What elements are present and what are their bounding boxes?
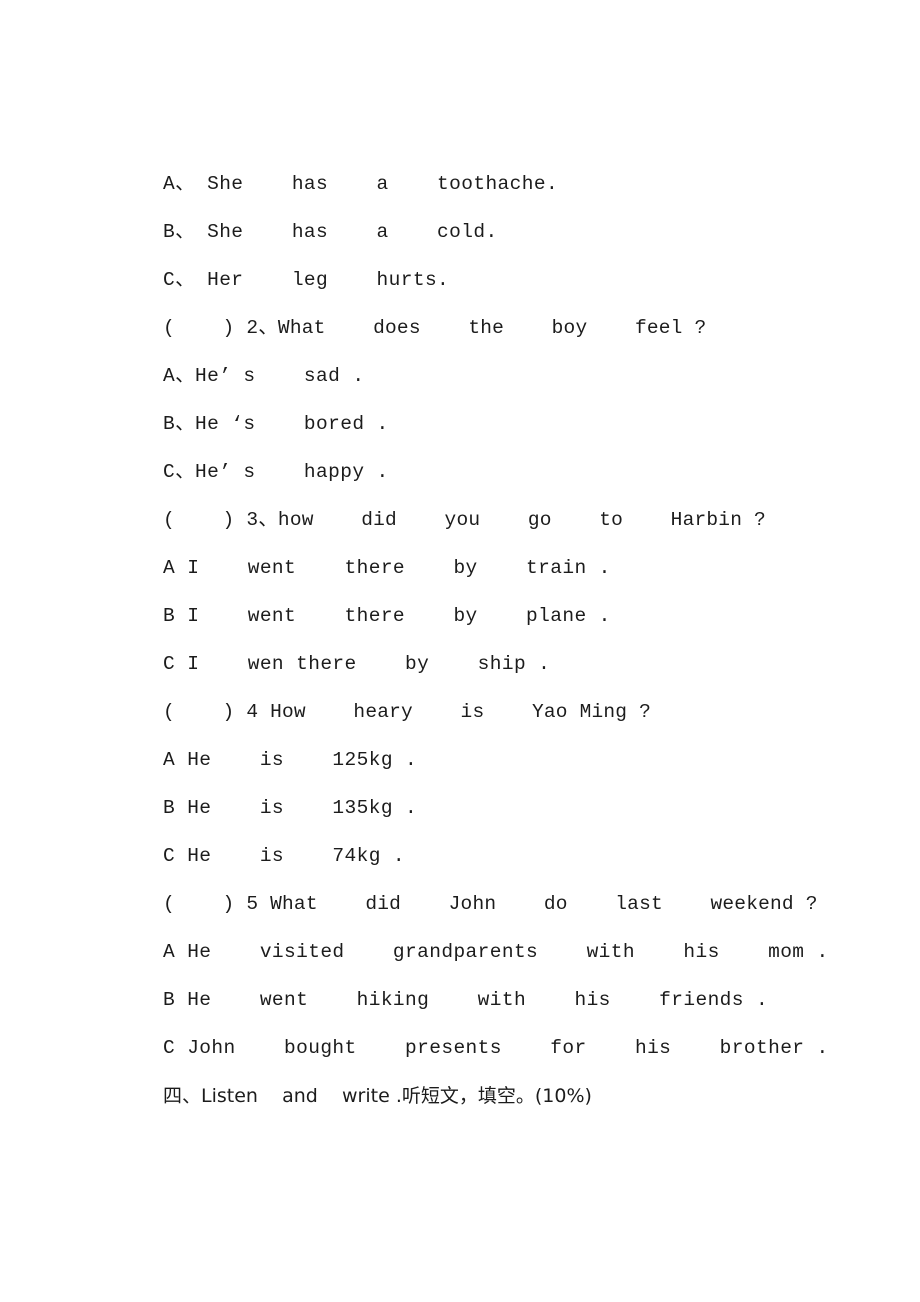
question-stem-4: ( ) 4 How heary is Yao Ming ?	[163, 701, 651, 723]
answer-option-4c: C He is 74kg .	[163, 845, 406, 867]
question-stem-2: ( ) 2、What does the boy feel ?	[163, 317, 707, 339]
document-page: A、 She has a toothache. B、 She has a col…	[0, 0, 920, 1302]
answer-option-3c: C I wen there by ship .	[163, 653, 551, 675]
document-text-body: A、 She has a toothache. B、 She has a col…	[163, 160, 863, 1120]
question-stem-3: ( ) 3、how did you go to Harbin ?	[163, 509, 766, 531]
answer-option-2a: A、He’ s sad .	[163, 365, 365, 387]
answer-option-3a: A I went there by train .	[163, 557, 611, 579]
answer-option-2b: B、He ‘s bored .	[163, 413, 389, 435]
answer-option-5a: A He visited grandparents with his mom .	[163, 941, 829, 963]
answer-option-2c: C、He’ s happy .	[163, 461, 389, 483]
answer-option-1a: A、 She has a toothache.	[163, 173, 559, 195]
section-heading-four: 四、Listen and write .听短文，填空。(10%)	[163, 1085, 592, 1107]
answer-option-1c: C、 Her leg hurts.	[163, 269, 450, 291]
question-stem-5: ( ) 5 What did John do last weekend ?	[163, 893, 818, 915]
answer-option-1b: B、 She has a cold.	[163, 221, 498, 243]
answer-option-4a: A He is 125kg .	[163, 749, 418, 771]
answer-option-3b: B I went there by plane .	[163, 605, 611, 627]
answer-option-5b: B He went hiking with his friends .	[163, 989, 769, 1011]
answer-option-4b: B He is 135kg .	[163, 797, 418, 819]
answer-option-5c: C John bought presents for his brother .	[163, 1037, 829, 1059]
